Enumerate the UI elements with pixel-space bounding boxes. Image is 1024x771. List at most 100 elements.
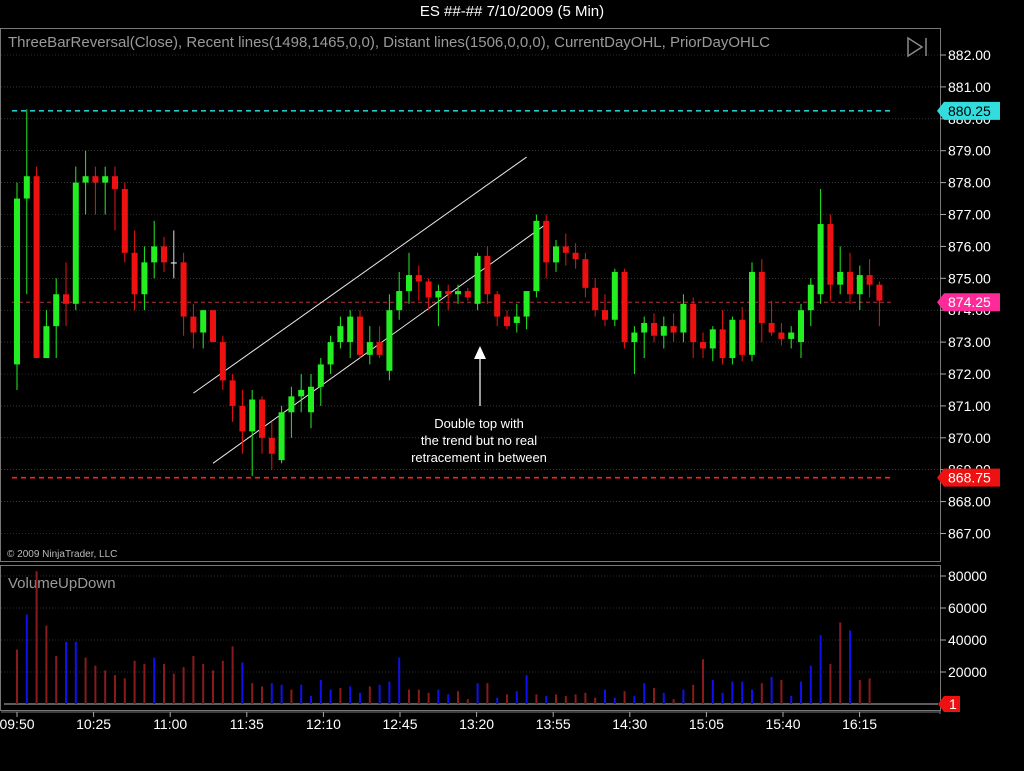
candle — [768, 300, 775, 336]
candle-body — [504, 316, 510, 327]
volume-bar — [280, 684, 283, 704]
candle-body — [553, 246, 559, 263]
candle-body — [513, 316, 520, 323]
candle — [494, 291, 501, 327]
price-tick-label: 873.00 — [948, 334, 991, 350]
candle — [543, 214, 550, 279]
x-tick-label: 11:00 — [153, 716, 187, 732]
x-tick-label: 12:45 — [382, 716, 417, 732]
candle — [43, 310, 50, 359]
candle-body — [876, 284, 883, 301]
candle — [23, 109, 30, 295]
candle-body — [406, 275, 412, 292]
candle — [445, 284, 452, 311]
candle-body — [817, 224, 824, 295]
price-tick-label: 871.00 — [948, 398, 991, 414]
candle-body — [376, 342, 383, 355]
candle — [141, 246, 148, 311]
candle-body — [768, 322, 775, 333]
candle — [259, 396, 265, 454]
candle — [680, 294, 687, 343]
price-tick-label: 872.00 — [948, 366, 991, 382]
candle — [876, 281, 883, 327]
candle-body — [92, 176, 99, 183]
candle — [592, 278, 599, 317]
candle-body — [386, 310, 393, 371]
candle — [180, 252, 187, 336]
volume-bar — [555, 694, 557, 704]
volume-bar — [868, 678, 871, 704]
candle-body — [112, 176, 118, 189]
candle-body — [749, 271, 755, 355]
volume-bar — [839, 622, 842, 704]
candle-body — [631, 332, 638, 343]
candle-body — [494, 294, 501, 317]
candle-body — [602, 310, 608, 320]
level-badge-label: 874.25 — [948, 294, 991, 310]
candle — [719, 310, 726, 365]
volume-bar-series[interactable] — [16, 571, 871, 704]
volume-bar — [809, 665, 812, 704]
volume-bar — [506, 694, 508, 704]
candle-body — [366, 342, 373, 355]
candle-body — [121, 188, 128, 253]
volume-bar — [368, 686, 371, 704]
candle-body — [455, 291, 461, 295]
candle-body — [23, 176, 30, 199]
price-tick-label: 878.00 — [948, 175, 991, 191]
price-tick-label: 877.00 — [948, 207, 991, 223]
candle-body — [219, 342, 226, 381]
candle-body — [709, 329, 716, 349]
candle — [788, 326, 795, 349]
volume-bar — [515, 691, 518, 704]
candle — [739, 307, 746, 362]
volume-bar — [65, 641, 67, 704]
skip-forward-icon[interactable] — [907, 36, 927, 58]
x-tick-label: 12:10 — [306, 716, 341, 732]
candle-body — [337, 326, 344, 343]
volume-bar — [74, 641, 77, 704]
volume-bar — [153, 657, 156, 704]
candle — [709, 326, 716, 362]
candle-body — [592, 287, 599, 311]
candle — [611, 268, 618, 327]
volume-bar — [858, 680, 861, 704]
candle-body — [445, 291, 452, 295]
volume-bar — [770, 676, 773, 704]
volume-bar — [143, 664, 146, 704]
candle — [14, 182, 20, 390]
volume-bar — [662, 692, 665, 704]
volume-bar — [731, 681, 734, 704]
volume-bar — [408, 689, 410, 704]
volume-bar — [378, 684, 381, 704]
candle — [866, 259, 873, 298]
candle — [455, 284, 461, 304]
candle — [807, 278, 814, 327]
candle — [651, 313, 657, 343]
volume-bar — [104, 670, 107, 704]
candle-body — [641, 322, 648, 333]
volume-bar — [163, 664, 165, 704]
volume-bar — [653, 688, 655, 704]
candle — [366, 326, 373, 365]
volume-bar — [359, 692, 361, 704]
volume-bar — [545, 696, 548, 704]
volume-bar — [525, 675, 528, 704]
volume-bar — [692, 684, 695, 704]
candle-body — [53, 294, 60, 327]
candle — [229, 374, 236, 422]
candle-body — [308, 386, 314, 413]
candle-body — [327, 342, 334, 365]
price-tick-label: 882.00 — [948, 47, 991, 63]
candle-body — [837, 271, 844, 285]
candle — [660, 316, 667, 349]
candle-body — [435, 291, 442, 298]
volume-bar — [84, 657, 87, 704]
volume-bar — [398, 657, 401, 704]
volume-bar — [339, 688, 342, 704]
volume-bar — [417, 689, 420, 704]
price-tick-label: 879.00 — [948, 143, 991, 159]
volume-bar — [790, 696, 793, 704]
chart-canvas[interactable]: 882.00881.00880.00879.00878.00877.00876.… — [0, 0, 1024, 771]
candle-body — [180, 262, 187, 317]
